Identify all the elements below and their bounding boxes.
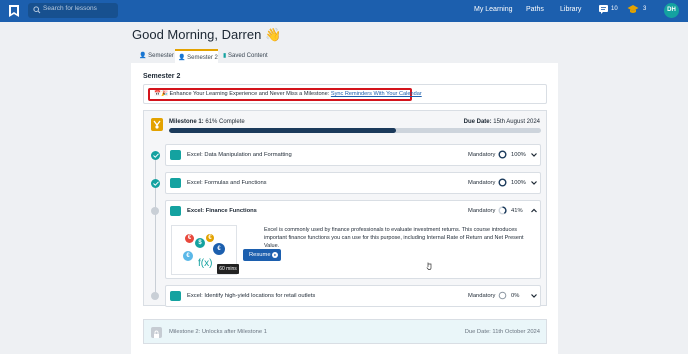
lesson-percent: 41%: [511, 208, 523, 214]
tab-semester-1[interactable]: 👤 Semester 1: [136, 49, 176, 73]
resume-button[interactable]: Resume: [243, 249, 281, 261]
logo-icon[interactable]: [8, 4, 20, 18]
lock-icon: [151, 327, 162, 338]
mandatory-label: Mandatory: [468, 293, 496, 299]
person-icon: 👤: [178, 55, 186, 61]
tab-saved-content[interactable]: ▮ Saved Content: [220, 49, 270, 63]
chevron-down-icon[interactable]: [530, 151, 538, 159]
due-value: 15th August 2024: [491, 119, 540, 125]
nav-my-learning[interactable]: My Learning: [474, 6, 513, 13]
milestone-2-card: Milestone 2: Unlocks after Milestone 1 D…: [143, 319, 547, 344]
lesson-title: Excel: Formulas and Functions: [187, 180, 267, 186]
milestone-1-card: Milestone 1: 61% Complete Due Date: 15th…: [143, 110, 547, 307]
completed-check-icon: [151, 151, 160, 160]
due-label: Due Date:: [463, 119, 492, 125]
lesson-percent: 0%: [511, 293, 520, 299]
location-icon: [170, 291, 181, 301]
search-icon: [33, 6, 41, 14]
search-input[interactable]: Search for lessons: [43, 5, 97, 12]
lesson-card[interactable]: Excel: Data Manipulation and Formatting …: [165, 144, 541, 166]
lesson-percent: 100%: [511, 152, 526, 158]
milestone-2-due-date: Due Date: 11th October 2024: [465, 329, 540, 335]
milestone-percent: 61% Complete: [203, 119, 245, 125]
tab-label: Semester 2: [187, 55, 218, 61]
banner-message: 📅🎉 Enhance Your Learning Experience and …: [148, 88, 422, 101]
lesson-icon: [170, 178, 181, 188]
calendar-emoji-icon: 📅🎉: [154, 91, 168, 97]
milestone-progress-bar: [169, 128, 541, 133]
semester-panel: Semester 2 📅🎉 Enhance Your Learning Expe…: [131, 63, 558, 354]
lesson-icon: [170, 206, 181, 216]
euro-coin-icon: €: [183, 251, 193, 261]
progress-ring-icon: [498, 206, 507, 215]
lesson-title: Excel: Identify high-yield locations for…: [187, 293, 316, 299]
milestone-due-date: Due Date: 15th August 2024: [464, 119, 540, 125]
semester-title: Semester 2: [143, 73, 181, 80]
lesson-description: Excel is commonly used by finance profes…: [264, 227, 524, 249]
chevron-up-icon[interactable]: [530, 207, 538, 215]
avatar[interactable]: DH: [664, 3, 679, 18]
graduation-cap-icon[interactable]: [627, 4, 639, 15]
milestone-2-label: Milestone 2: Unlocks after Milestone 1: [169, 329, 267, 335]
milestone-name: Milestone 1:: [169, 119, 204, 125]
lesson-percent: 100%: [511, 180, 526, 186]
tab-semester-2[interactable]: 👤 Semester 2: [175, 49, 218, 63]
mouse-cursor-icon: [426, 262, 432, 270]
top-nav-bar: Search for lessons My Learning Paths Lib…: [0, 0, 688, 22]
play-icon: [272, 252, 278, 258]
lesson-card-expanded[interactable]: Excel: Finance Functions Mandatory 41% €…: [165, 200, 541, 279]
progress-ring-icon: [498, 291, 507, 300]
progress-fill: [169, 128, 396, 133]
lesson-card[interactable]: Excel: Identify high-yield locations for…: [165, 285, 541, 307]
nav-library[interactable]: Library: [560, 6, 581, 13]
lesson-icon: [170, 150, 181, 160]
chevron-down-icon[interactable]: [530, 292, 538, 300]
lesson-card[interactable]: Excel: Formulas and Functions Mandatory …: [165, 172, 541, 194]
milestone-progress-label: Milestone 1: 61% Complete: [169, 119, 245, 125]
messages-icon[interactable]: [598, 4, 609, 15]
duration-badge: 60 mins: [217, 264, 239, 274]
mandatory-label: Mandatory: [468, 208, 496, 214]
milestone-flag-icon: [151, 118, 163, 131]
progress-ring-icon: [498, 150, 507, 159]
euro-coin-icon: €: [206, 234, 214, 242]
incomplete-dot-icon: [151, 207, 159, 215]
due-label: Due Date:: [464, 329, 491, 335]
banner-text: Enhance Your Learning Experience and Nev…: [169, 91, 331, 97]
progress-ring-icon: [498, 178, 507, 187]
nav-paths[interactable]: Paths: [526, 6, 544, 13]
person-icon: 👤: [139, 53, 147, 59]
mandatory-label: Mandatory: [468, 152, 496, 158]
achievements-count: 3: [643, 6, 647, 12]
mandatory-label: Mandatory: [468, 180, 496, 186]
bookmark-icon: ▮: [223, 53, 227, 59]
lesson-title: Excel: Data Manipulation and Formatting: [187, 152, 292, 158]
euro-coin-icon: €: [185, 234, 194, 243]
tab-label: Saved Content: [227, 53, 268, 59]
timeline-line: [155, 156, 156, 296]
dollar-coin-icon: $: [195, 238, 205, 248]
messages-count: 10: [611, 6, 618, 12]
completed-check-icon: [151, 179, 160, 188]
resume-label: Resume: [249, 252, 271, 258]
lesson-title: Excel: Finance Functions: [187, 208, 257, 214]
euro-coin-icon: €: [213, 243, 225, 255]
sync-calendar-link[interactable]: Sync Reminders With Your Calendar: [331, 91, 422, 97]
thumbnail-formula: f(x): [198, 258, 213, 269]
page-greeting: Good Morning, Darren 👋: [132, 27, 282, 42]
calendar-sync-banner: 📅🎉 Enhance Your Learning Experience and …: [143, 84, 547, 104]
search-box[interactable]: Search for lessons: [28, 3, 118, 18]
due-value: 11th October 2024: [490, 329, 540, 335]
chevron-down-icon[interactable]: [530, 179, 538, 187]
incomplete-dot-icon: [151, 292, 159, 300]
